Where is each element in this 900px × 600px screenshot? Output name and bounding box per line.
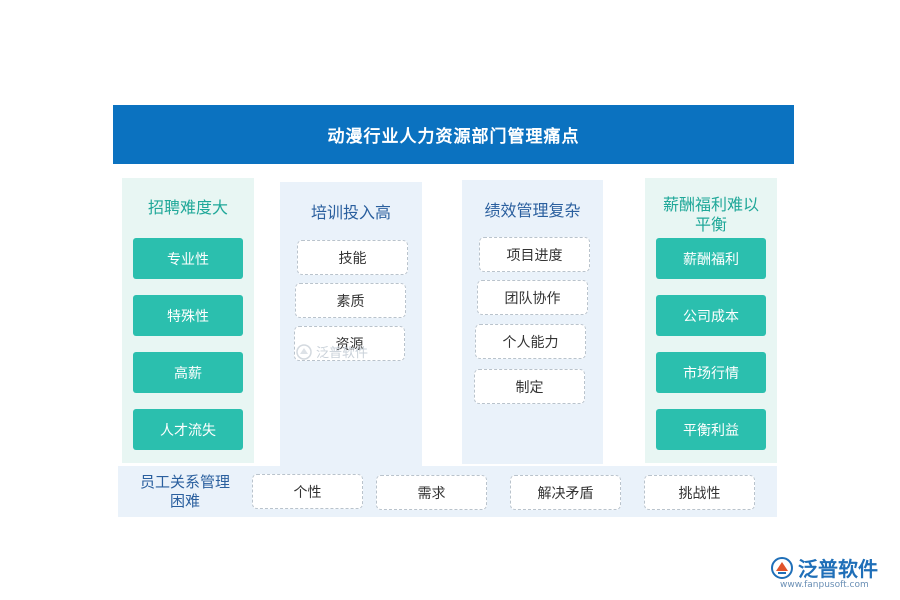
- logo-url: www.fanpusoft.com: [780, 580, 869, 590]
- item-box: 团队协作: [477, 280, 588, 315]
- panel-performance: 绩效管理复杂: [462, 180, 603, 464]
- watermark: 泛普软件: [296, 342, 368, 361]
- item-box: 个性: [252, 474, 363, 509]
- panel-title: 招聘难度大: [147, 198, 228, 217]
- panel-training: 培训投入高: [280, 182, 422, 466]
- watermark-text: 泛普软件: [316, 346, 369, 361]
- item-box: 高薪: [133, 352, 243, 393]
- logo-icon: [296, 343, 312, 360]
- item-box: 技能: [297, 240, 408, 275]
- brand-logo: 泛普软件: [770, 553, 878, 582]
- item-box: 个人能力: [475, 324, 586, 359]
- panel-title: 绩效管理复杂: [484, 201, 581, 220]
- logo-icon: [771, 556, 793, 579]
- panel-title: 员工关系管理困难: [140, 473, 231, 510]
- item-box: 平衡利益: [656, 409, 766, 450]
- item-box: 需求: [376, 475, 487, 510]
- item-box: 人才流失: [133, 409, 243, 450]
- panel-title: 薪酬福利难以平衡: [662, 195, 759, 234]
- logo-text: 泛普软件: [798, 557, 878, 581]
- item-box: 薪酬福利: [656, 238, 766, 279]
- item-box: 特殊性: [133, 295, 243, 336]
- item-box: 专业性: [133, 238, 243, 279]
- panel-title: 培训投入高: [310, 203, 391, 222]
- item-box: 制定: [474, 369, 585, 404]
- item-box: 素质: [295, 283, 406, 318]
- item-box: 挑战性: [644, 475, 755, 510]
- diagram-title: 动漫行业人力资源部门管理痛点: [113, 105, 794, 164]
- item-box: 市场行情: [656, 352, 766, 393]
- item-box: 项目进度: [479, 237, 590, 272]
- item-box: 解决矛盾: [510, 475, 621, 510]
- item-box: 公司成本: [656, 295, 766, 336]
